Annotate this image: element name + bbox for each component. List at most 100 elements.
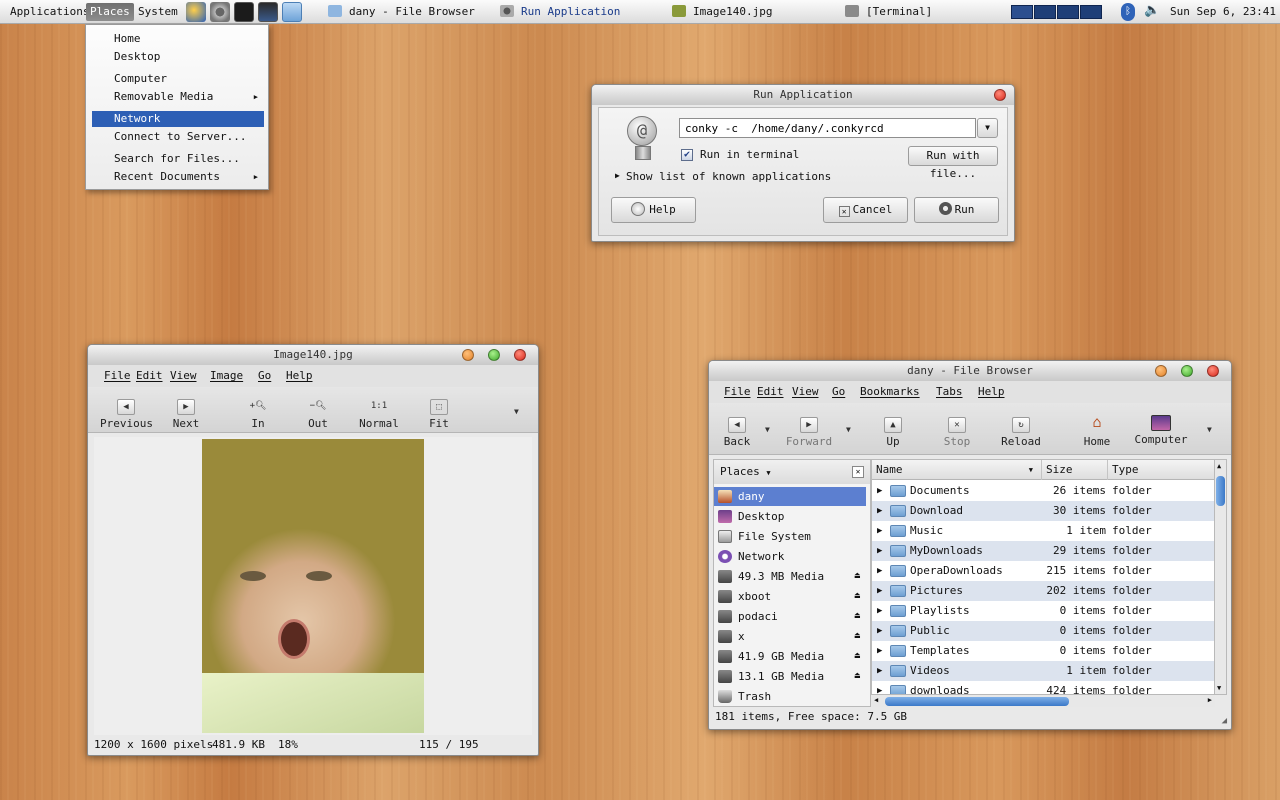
sidebar-item-media-13[interactable]: 13.1 GB Media ⏏ [714, 667, 866, 686]
expander-arrow-icon[interactable]: ▶ [615, 171, 620, 180]
eject-icon[interactable]: ⏏ [855, 627, 860, 646]
scroll-left-icon[interactable]: ◀ [874, 696, 878, 704]
image-canvas[interactable] [94, 437, 532, 735]
eject-icon[interactable]: ⏏ [855, 567, 860, 586]
sidebar-item-dany[interactable]: dany [714, 487, 866, 506]
help-button[interactable]: Help [611, 197, 696, 223]
command-input[interactable] [679, 118, 976, 138]
cancel-button[interactable]: ✕ Cancel [823, 197, 908, 223]
menu-tabs[interactable]: Tabs [936, 385, 963, 398]
sidebar-item-media-49[interactable]: 49.3 MB Media ⏏ [714, 567, 866, 586]
menu-item-removable-media[interactable]: Removable Media ▶ [92, 89, 264, 105]
normal-size-button[interactable]: 1:1 Normal [356, 399, 402, 430]
close-button[interactable] [514, 349, 526, 361]
clock[interactable]: Sun Sep 6, 23:41 [1170, 5, 1276, 18]
sidebar-item-desktop[interactable]: Desktop [714, 507, 866, 526]
menu-help[interactable]: Help [286, 369, 313, 382]
expand-arrow-icon[interactable]: ▶ [877, 561, 882, 581]
scroll-up-icon[interactable]: ▲ [1217, 462, 1221, 470]
close-button[interactable] [1207, 365, 1219, 377]
horizontal-scroll-thumb[interactable] [885, 697, 1069, 706]
minimize-button[interactable] [1155, 365, 1167, 377]
task-terminal[interactable]: [Terminal] [845, 4, 932, 20]
file-row[interactable]: ▶ Public 0 items folder [872, 621, 1214, 641]
menu-file[interactable]: File [104, 369, 131, 382]
back-history-dropdown[interactable]: ▼ [765, 425, 770, 434]
menu-go[interactable]: Go [258, 369, 271, 382]
workspace-3[interactable] [1057, 5, 1079, 19]
expand-arrow-icon[interactable]: ▶ [877, 481, 882, 501]
sidebar-item-trash[interactable]: Trash [714, 687, 866, 706]
column-type[interactable]: Type [1108, 460, 1214, 480]
menu-item-connect-to-server[interactable]: Connect to Server... [92, 129, 264, 145]
back-button[interactable]: ◀ Back [719, 417, 755, 448]
run-with-file-button[interactable]: Run with file... [908, 146, 998, 180]
menu-item-desktop[interactable]: Desktop [92, 49, 264, 65]
dialog-titlebar[interactable]: Run Application [592, 85, 1014, 105]
toolbar-overflow-icon[interactable]: ▼ [1207, 425, 1212, 434]
viewer-titlebar[interactable]: Image140.jpg [88, 345, 538, 365]
home-button[interactable]: ⌂ Home [1081, 415, 1113, 449]
menu-item-home[interactable]: Home [92, 31, 264, 47]
eject-icon[interactable]: ⏏ [855, 667, 860, 686]
forward-history-dropdown[interactable]: ▼ [846, 425, 851, 434]
menu-item-search-for-files[interactable]: Search for Files... [92, 151, 264, 167]
maximize-button[interactable] [488, 349, 500, 361]
menu-bookmarks[interactable]: Bookmarks [860, 385, 920, 398]
expand-arrow-icon[interactable]: ▶ [877, 501, 882, 521]
places-menu-button[interactable]: Places [86, 3, 134, 21]
workspace-4[interactable] [1080, 5, 1102, 19]
run-in-terminal-checkbox[interactable]: ✔ [681, 149, 693, 161]
expand-arrow-icon[interactable]: ▶ [877, 681, 882, 694]
file-row[interactable]: ▶ Playlists 0 items folder [872, 601, 1214, 621]
close-sidebar-icon[interactable]: ✕ [852, 466, 864, 478]
expand-arrow-icon[interactable]: ▶ [877, 581, 882, 601]
fit-button[interactable]: ⬚ Fit [422, 399, 456, 430]
up-button[interactable]: ▲ Up [881, 417, 905, 448]
expand-arrow-icon[interactable]: ▶ [877, 621, 882, 641]
vertical-scrollbar[interactable]: ▲ ▼ [1215, 459, 1227, 695]
file-row[interactable]: ▶ Videos 1 item folder [872, 661, 1214, 681]
sidebar-item-podaci[interactable]: podaci ⏏ [714, 607, 866, 626]
previous-button[interactable]: ◀ Previous [100, 399, 153, 430]
close-button[interactable] [994, 89, 1006, 101]
sidebar-item-xboot[interactable]: xboot ⏏ [714, 587, 866, 606]
show-applications-expander[interactable]: Show list of known applications [626, 170, 831, 183]
expand-arrow-icon[interactable]: ▶ [877, 661, 882, 681]
menu-help[interactable]: Help [978, 385, 1005, 398]
task-run-application[interactable]: Run Application [500, 4, 620, 20]
menu-image[interactable]: Image [210, 369, 243, 382]
vertical-scroll-thumb[interactable] [1216, 476, 1225, 506]
menu-edit[interactable]: Edit [136, 369, 163, 382]
workspace-2[interactable] [1034, 5, 1056, 19]
horizontal-scrollbar[interactable]: ◀ ▶ [871, 695, 1215, 707]
system-menu[interactable]: System [134, 3, 182, 21]
folder-launcher-icon[interactable] [282, 2, 302, 22]
zoom-out-button[interactable]: −🔍︎ Out [300, 399, 336, 430]
terminal-launcher-icon[interactable] [234, 2, 254, 22]
menu-item-network[interactable]: Network [92, 111, 264, 127]
menu-view[interactable]: View [170, 369, 197, 382]
column-size[interactable]: Size [1042, 460, 1108, 480]
sidebar-item-network[interactable]: Network [714, 547, 866, 566]
menu-item-computer[interactable]: Computer [92, 71, 264, 87]
file-row[interactable]: ▶ Templates 0 items folder [872, 641, 1214, 661]
zoom-in-button[interactable]: +🔍︎ In [240, 399, 276, 430]
sidebar-item-x[interactable]: x ⏏ [714, 627, 866, 646]
stop-button[interactable]: ✕ Stop [941, 417, 973, 448]
eject-icon[interactable]: ⏏ [855, 607, 860, 626]
volume-icon[interactable]: 🔈 [1144, 3, 1160, 18]
expand-arrow-icon[interactable]: ▶ [877, 641, 882, 661]
eject-icon[interactable]: ⏏ [855, 587, 860, 606]
file-row[interactable]: ▶ Pictures 202 items folder [872, 581, 1214, 601]
sidebar-item-file-system[interactable]: File System [714, 527, 866, 546]
file-row[interactable]: ▶ downloads 424 items folder [872, 681, 1214, 694]
menu-edit[interactable]: Edit [757, 385, 784, 398]
task-image-viewer[interactable]: Image140.jpg [672, 4, 772, 20]
file-row[interactable]: ▶ MyDownloads 29 items folder [872, 541, 1214, 561]
screenshot-launcher-icon[interactable] [258, 2, 278, 22]
file-row[interactable]: ▶ Download 30 items folder [872, 501, 1214, 521]
expand-arrow-icon[interactable]: ▶ [877, 521, 882, 541]
settings-launcher-icon[interactable] [210, 2, 230, 22]
menu-go[interactable]: Go [832, 385, 845, 398]
